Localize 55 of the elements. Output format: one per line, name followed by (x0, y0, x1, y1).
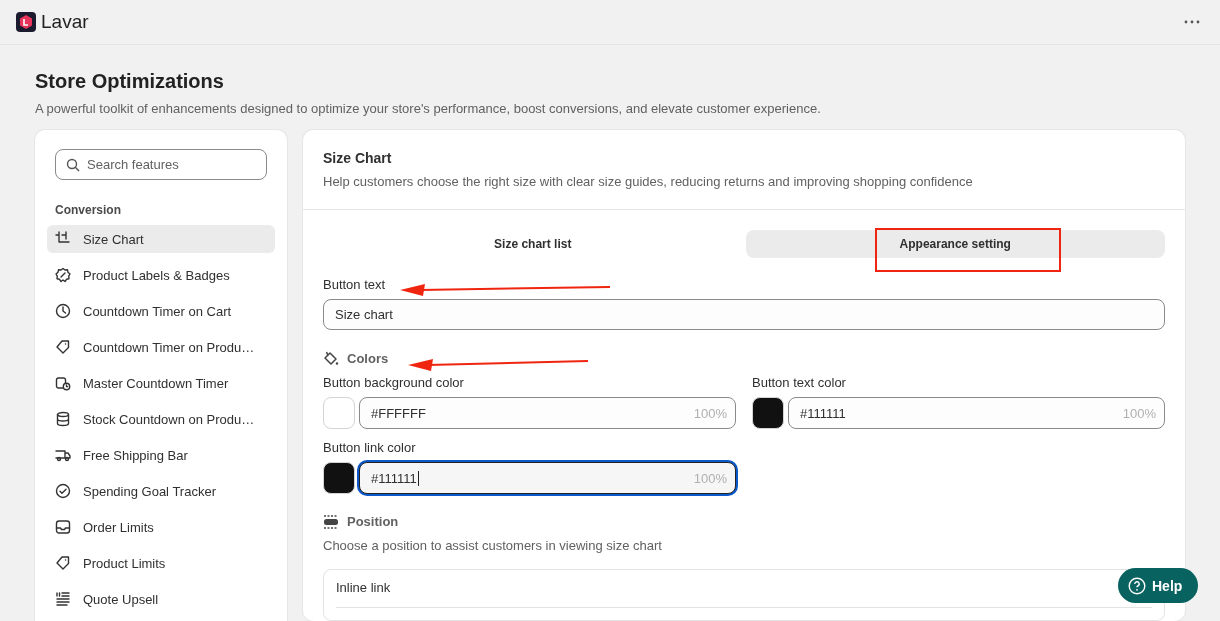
check-circle-icon (55, 483, 71, 499)
badge-icon (55, 267, 71, 283)
field-label: Button link color (323, 440, 416, 455)
sidebar-item[interactable]: Size Chart (47, 225, 275, 253)
tag-icon (55, 555, 71, 571)
sidebar-item[interactable]: Free Shipping Bar (47, 441, 275, 469)
position-option[interactable]: Inline link (336, 580, 391, 595)
panel-description: Help customers choose the right size with clear size guides, reducing returns and improving shopping confidence (323, 174, 974, 189)
color-swatch[interactable] (323, 462, 355, 494)
color-swatch[interactable] (323, 397, 355, 429)
inbox-icon (55, 519, 71, 535)
sidebar-item[interactable]: Stock Countdown on Produ… (47, 405, 275, 433)
more-menu-icon[interactable] (1184, 20, 1200, 24)
field-label: Button text color (752, 375, 846, 390)
button-text-field[interactable]: Size chart (323, 299, 1165, 330)
help-icon (1128, 576, 1146, 595)
opacity-value: 100% (693, 470, 727, 486)
field-label: Button text (323, 277, 386, 292)
sidebar-item[interactable]: Countdown Timer on Cart (47, 297, 275, 325)
opacity-value: 100% (693, 405, 727, 421)
color-hex-field[interactable]: #111111 100% (788, 397, 1165, 429)
sidebar-item[interactable]: Quote Upsell (47, 585, 275, 613)
color-hex-field[interactable]: #111111 100% (359, 462, 736, 494)
app-logo-icon (16, 12, 36, 32)
color-swatch[interactable] (752, 397, 784, 429)
search-icon (66, 158, 80, 172)
tab[interactable]: Appearance setting (745, 230, 1165, 258)
section-title: Colors (347, 350, 389, 366)
clock-icon (55, 303, 71, 319)
tag-icon (55, 339, 71, 355)
opacity-value: 100% (1122, 405, 1156, 421)
section-description: Choose a position to assist customers in viewing size chart (323, 538, 663, 553)
field-label: Button background color (323, 375, 464, 390)
database-icon (55, 411, 71, 427)
sidebar-item[interactable]: Product Limits (47, 549, 275, 577)
search-field[interactable]: Search features (55, 149, 267, 180)
paint-bucket-icon (323, 350, 339, 366)
sidebar-item[interactable]: Spending Goal Tracker (47, 477, 275, 505)
sidebar-item[interactable]: Countdown Timer on Produ… (47, 333, 275, 361)
section-heading: Conversion (55, 203, 122, 217)
page-subtitle: A powerful toolkit of enhancements designed to optimize your store's performance, boost conversions, and elevate customer experience. (35, 101, 822, 116)
page-title: Store Optimizations (35, 70, 225, 93)
app-name: Lavar (41, 11, 89, 33)
section-title: Position (347, 514, 399, 529)
help-button[interactable]: Help (1118, 568, 1199, 603)
calendar-clock-icon (55, 375, 71, 391)
list-icon (55, 591, 71, 607)
position-icon (323, 514, 339, 529)
sidebar-item[interactable]: Master Countdown Timer (47, 369, 275, 397)
color-hex-field[interactable]: #FFFFFF 100% (359, 397, 736, 429)
sidebar-item[interactable]: Order Limits (47, 513, 275, 541)
tab[interactable]: Size chart list (323, 230, 743, 258)
truck-icon (55, 447, 71, 463)
sidebar-item[interactable]: Product Labels & Badges (47, 261, 275, 289)
panel-title: Size Chart (323, 150, 393, 166)
